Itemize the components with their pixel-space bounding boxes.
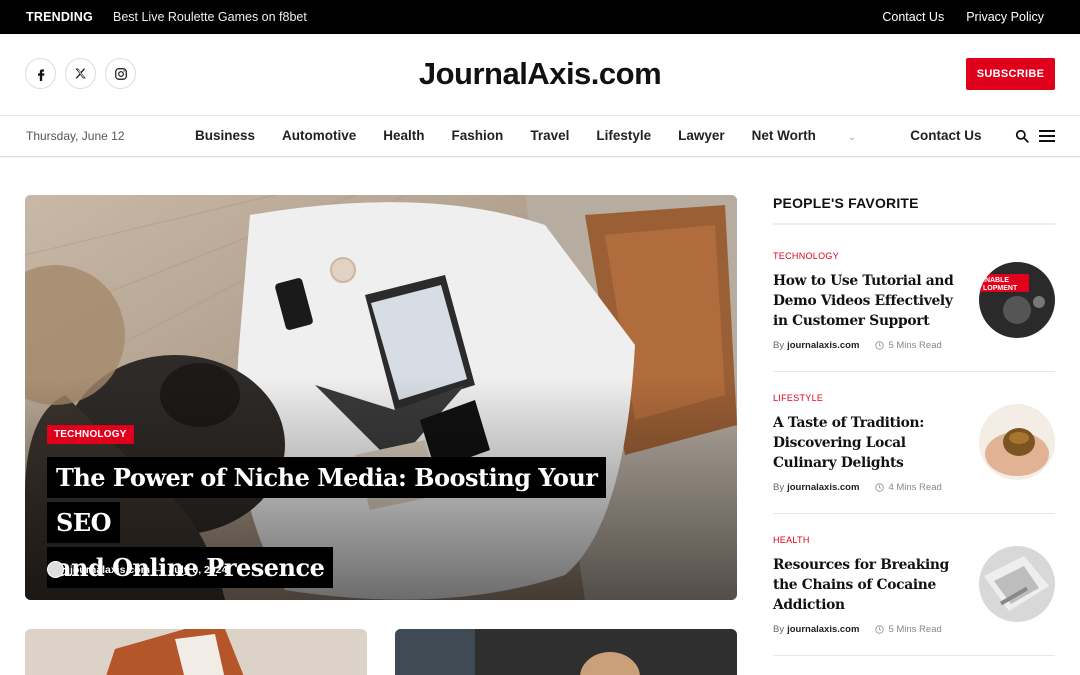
nav-item-health[interactable]: Health (383, 128, 424, 143)
article-card-image-2[interactable] (395, 629, 737, 675)
nav-item-lawyer[interactable]: Lawyer (678, 128, 725, 143)
read-time: 5 Mins Read (875, 340, 942, 351)
category-link[interactable]: LIFESTYLE (773, 393, 1055, 403)
article-meta: journalaxis.com — July 6, 2024 (47, 561, 227, 578)
category-link[interactable]: HEALTH (773, 535, 1055, 545)
card-image (395, 629, 737, 675)
nav-item-net-worth[interactable]: Net Worth ⌄ (752, 128, 884, 143)
hamburger-menu-icon[interactable] (1039, 129, 1055, 148)
article-title[interactable]: How to Use Tutorial and Demo Videos Effe… (773, 271, 963, 331)
sidebar-heading: PEOPLE'S FAVORITE (773, 195, 1055, 225)
thumbnail-image (979, 404, 1055, 480)
sidebar-article[interactable]: LIFESTYLE A Taste of Tradition: Discover… (773, 393, 1055, 514)
card-image (25, 629, 367, 675)
sidebar-article[interactable]: HEALTH Resources for Breaking the Chains… (773, 535, 1055, 656)
featured-article[interactable]: TECHNOLOGY The Power of Niche Media: Boo… (25, 195, 737, 600)
by-label: By (773, 624, 785, 635)
article-meta: By journalaxis.com 5 Mins Read (773, 340, 942, 351)
avatar (47, 561, 64, 578)
thumb-text-line-2: LOPMENT (983, 285, 1018, 292)
search-icon[interactable] (1015, 129, 1029, 148)
article-meta: By journalaxis.com 5 Mins Read (773, 624, 942, 635)
privacy-policy-link[interactable]: Privacy Policy (966, 10, 1044, 24)
subscribe-button[interactable]: SUBSCRIBE (966, 58, 1055, 90)
by-label: By (773, 340, 785, 351)
author-link[interactable]: journalaxis.com (787, 340, 859, 351)
clock-icon (875, 341, 885, 350)
trending-label: TRENDING (26, 10, 93, 24)
site-logo[interactable]: JournalAxis.com (0, 56, 1080, 92)
current-date: Thursday, June 12 (26, 129, 125, 143)
read-time-text: 5 Mins Read (888, 624, 942, 635)
meta-separator: — (153, 563, 165, 576)
sidebar: PEOPLE'S FAVORITE TECHNOLOGY How to Use … (773, 195, 1055, 656)
read-time-text: 5 Mins Read (888, 340, 942, 351)
article-thumbnail[interactable] (979, 404, 1055, 480)
author-link[interactable]: journalaxis.com (787, 624, 859, 635)
by-label: By (773, 482, 785, 493)
thumb-text-line-1: INABLE (983, 277, 1009, 284)
site-header: JournalAxis.com SUBSCRIBE (0, 34, 1080, 116)
article-title[interactable]: Resources for Breaking the Chains of Coc… (773, 555, 963, 615)
divider (773, 655, 1055, 656)
nav-item-net-worth-label: Net Worth (751, 128, 816, 143)
thumbnail-image: INABLE LOPMENT (979, 262, 1055, 338)
contact-us-link[interactable]: Contact Us (882, 10, 944, 24)
publish-date: July 6, 2024 (168, 563, 228, 576)
article-thumbnail[interactable] (979, 546, 1055, 622)
category-badge[interactable]: TECHNOLOGY (47, 425, 134, 444)
author-link[interactable]: journalaxis.com (787, 482, 859, 493)
trending-ticker-link[interactable]: Best Live Roulette Games on f8bet (113, 10, 307, 24)
main-navigation: Thursday, June 12 Business Automotive He… (0, 116, 1080, 157)
article-meta: By journalaxis.com 4 Mins Read (773, 482, 942, 493)
divider (773, 513, 1055, 514)
nav-menu: Business Automotive Health Fashion Trave… (195, 128, 1009, 143)
thumbnail-image (979, 546, 1055, 622)
chevron-down-icon: ⌄ (847, 132, 857, 143)
sidebar-article[interactable]: TECHNOLOGY How to Use Tutorial and Demo … (773, 251, 1055, 372)
clock-icon (875, 483, 885, 492)
article-thumbnail[interactable]: INABLE LOPMENT (979, 262, 1055, 338)
featured-title-line-1: The Power of Niche Media: Boosting Your … (47, 457, 607, 543)
read-time: 4 Mins Read (875, 482, 942, 493)
nav-item-business[interactable]: Business (195, 128, 255, 143)
nav-item-automotive[interactable]: Automotive (282, 128, 356, 143)
read-time-text: 4 Mins Read (888, 482, 942, 493)
read-time: 5 Mins Read (875, 624, 942, 635)
author-link[interactable]: journalaxis.com (70, 564, 150, 576)
clock-icon (875, 625, 885, 634)
nav-item-fashion[interactable]: Fashion (452, 128, 504, 143)
category-link[interactable]: TECHNOLOGY (773, 251, 1055, 261)
article-title[interactable]: A Taste of Tradition: Discovering Local … (773, 413, 963, 473)
nav-item-travel[interactable]: Travel (530, 128, 569, 143)
divider (773, 371, 1055, 372)
article-card-image[interactable] (25, 629, 367, 675)
top-bar: TRENDING Best Live Roulette Games on f8b… (0, 0, 1080, 34)
nav-item-lifestyle[interactable]: Lifestyle (596, 128, 651, 143)
nav-item-contact-us[interactable]: Contact Us (910, 128, 981, 143)
top-links: Contact Us Privacy Policy (882, 10, 1044, 24)
